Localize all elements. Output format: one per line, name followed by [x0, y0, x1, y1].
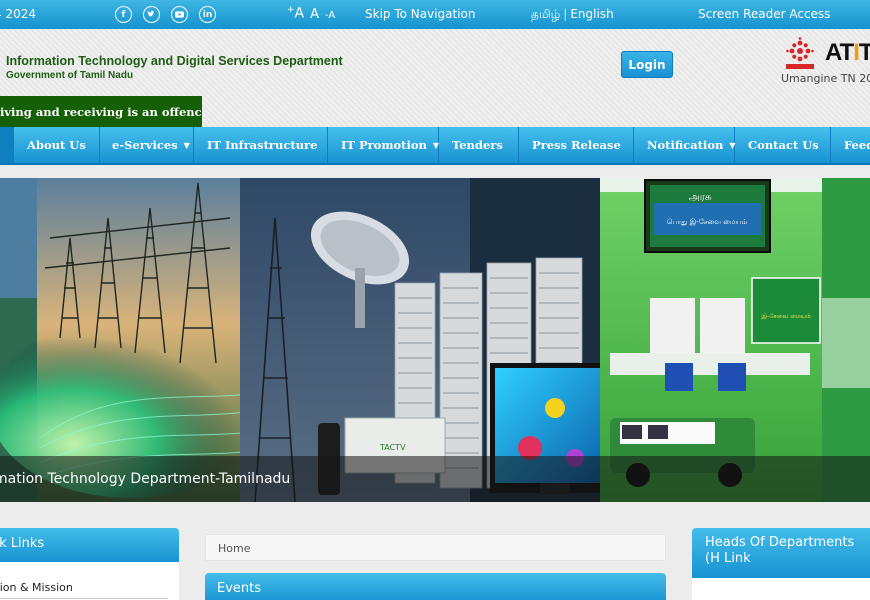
nav-tenders[interactable]: Tenders — [439, 127, 519, 163]
facebook-icon[interactable]: f — [115, 6, 132, 23]
login-button[interactable]: Login — [621, 51, 673, 78]
heads-of-departments-panel — [692, 578, 870, 600]
nav-feedback[interactable]: Feed — [831, 127, 870, 163]
ati-logo[interactable]: ATITI — [825, 39, 870, 67]
hero-banner-slider[interactable]: TACTV அரசு பொது இ-சேவை மையம் இ-சேவை மையம… — [0, 178, 870, 502]
nav-press-release[interactable]: Press Release — [519, 127, 634, 163]
font-increase-button[interactable]: +A — [287, 5, 304, 22]
stb-label: TACTV — [379, 443, 406, 452]
breadcrumb[interactable]: Home — [205, 534, 666, 561]
sign-text: இ-சேவை மையம் — [761, 313, 811, 320]
nav-notification[interactable]: Notification ▼ — [634, 127, 736, 163]
font-normal-button[interactable]: A — [310, 7, 319, 22]
lang-separator: | — [563, 7, 568, 21]
chevron-down-icon: ▼ — [183, 140, 190, 150]
language-switcher: தமிழ் | English — [531, 7, 614, 23]
twitter-icon[interactable] — [143, 6, 160, 23]
divider — [0, 598, 168, 599]
main-navigation: About Us e-Services ▼ IT Infrastructure I… — [0, 127, 870, 165]
umangine-logo-icon[interactable] — [783, 37, 817, 71]
nav-it-infrastructure[interactable]: IT Infrastructure — [194, 127, 328, 163]
quick-links-header: ck Links — [0, 528, 179, 562]
banner-caption: mation Technology Department-Tamilnadu — [0, 471, 291, 487]
nav-it-promotion[interactable]: IT Promotion ▼ — [328, 127, 439, 163]
nav-home-tab[interactable] — [0, 127, 14, 163]
nav-contact-us[interactable]: Contact Us — [735, 127, 831, 163]
font-decrease-button[interactable]: -A — [325, 10, 335, 21]
top-utility-bar: 4 2024 f in +A A -A Skip To Navigation த… — [0, 0, 870, 29]
department-subtitle: Government of Tamil Nadu — [6, 70, 134, 81]
lang-english-link[interactable]: English — [570, 7, 613, 21]
screen-title: அரசு — [689, 192, 712, 203]
department-title[interactable]: Information Technology and Digital Servi… — [6, 54, 343, 68]
site-header: Information Technology and Digital Servi… — [0, 29, 870, 127]
nav-e-services[interactable]: e-Services ▼ — [100, 127, 194, 163]
quick-links-panel: sion & Mission — [0, 562, 179, 600]
screen-subtitle: பொது இ-சேவை மையம் — [667, 218, 748, 226]
news-ticker: iving and receiving is an offence — [0, 96, 202, 127]
skip-navigation-link[interactable]: Skip To Navigation — [365, 7, 476, 21]
quick-link-vision-mission[interactable]: sion & Mission — [0, 581, 73, 594]
screen-reader-link[interactable]: Screen Reader Access — [698, 7, 830, 21]
logo-caption: Umangine TN 20 — [781, 72, 870, 85]
nav-about-us[interactable]: About Us — [14, 127, 100, 163]
banner-collage-image: TACTV அரசு பொது இ-சேவை மையம் இ-சேவை மையம… — [0, 178, 870, 502]
lang-tamil-link[interactable]: தமிழ் — [531, 7, 560, 21]
heads-of-departments-header: Heads Of Departments (H Link — [692, 528, 870, 578]
youtube-icon[interactable] — [171, 6, 188, 23]
font-size-controls: +A A -A — [287, 5, 335, 22]
events-header: Events — [205, 573, 666, 600]
linkedin-icon[interactable]: in — [199, 6, 216, 23]
date-text: 4 2024 — [0, 7, 36, 21]
